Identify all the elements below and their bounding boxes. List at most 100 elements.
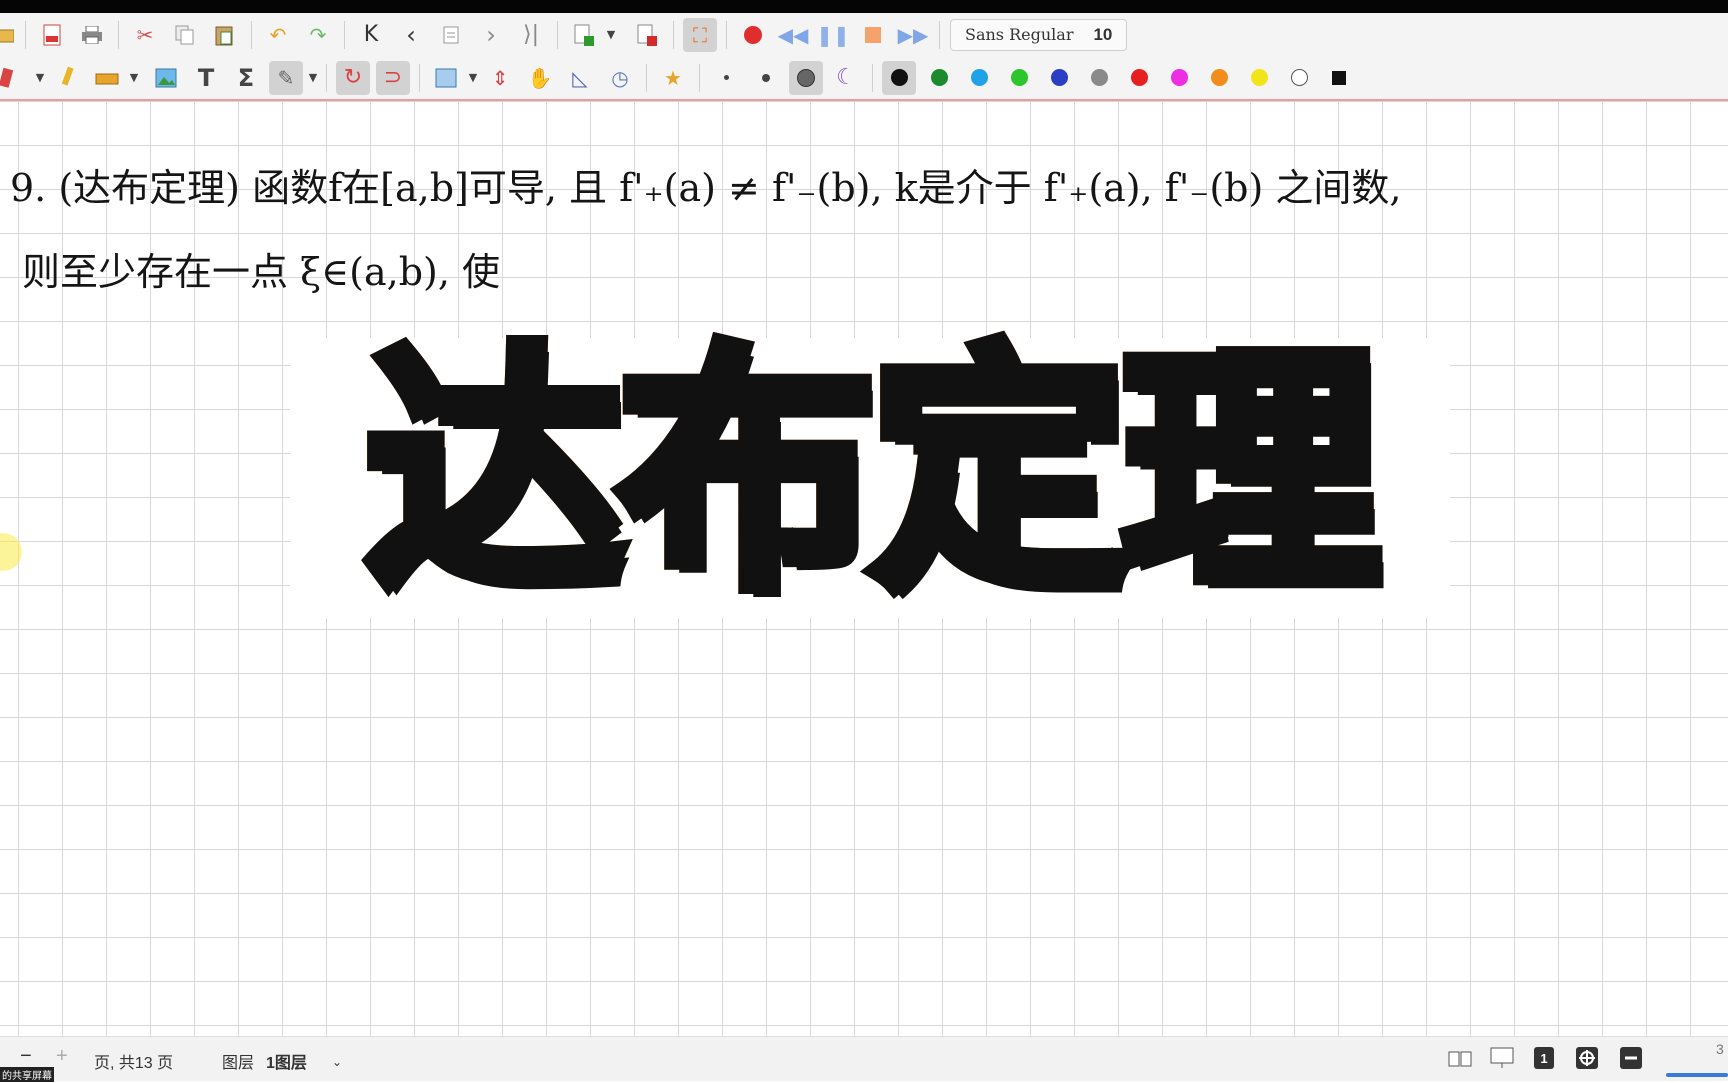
fullscreen-icon[interactable]: ⛶ bbox=[683, 17, 717, 52]
layer-selector[interactable]: 1图层 bbox=[266, 1049, 307, 1073]
color-swatch-6[interactable] bbox=[1082, 61, 1116, 95]
rectangle-tool-icon[interactable] bbox=[429, 61, 463, 95]
fast-forward-icon[interactable]: ▶▶ bbox=[896, 18, 930, 52]
stroke-custom-icon[interactable]: ☾ bbox=[829, 61, 863, 95]
color-swatch-1[interactable] bbox=[882, 60, 916, 95]
vertical-space-icon[interactable]: ⇕ bbox=[483, 61, 517, 95]
zoom-slider[interactable] bbox=[1666, 1065, 1728, 1083]
first-page-icon[interactable]: K bbox=[354, 18, 388, 52]
toolbar-separator bbox=[557, 20, 558, 49]
banner-title: 达布定理 bbox=[290, 321, 1450, 625]
color-swatch-10[interactable] bbox=[1242, 61, 1276, 95]
zoom-out-button[interactable]: − bbox=[20, 1045, 32, 1068]
color-dot-icon bbox=[1210, 69, 1228, 86]
tools-toolbar: ▼ ▼ T Σ ✎ ▼ ↻ ⊃ ▼ ⇕ ✋ ◺ ◷ ★ ☾ bbox=[0, 56, 1728, 101]
eraser-dropdown-icon[interactable]: ▼ bbox=[33, 71, 47, 84]
next-page-icon[interactable]: › bbox=[474, 18, 508, 52]
rewind-icon[interactable]: ◀◀ bbox=[776, 18, 810, 52]
zoom-minus-icon[interactable] bbox=[1620, 1047, 1642, 1074]
problem-line-2: 则至少存在一点 ξ∈(a,b), 使 bbox=[22, 250, 501, 294]
hand-tool-icon[interactable]: ✋ bbox=[523, 61, 557, 95]
problem-line-1: 9. (达布定理) 函数f在[a,b]可导, 且 f'₊(a) ≠ f'₋(b)… bbox=[10, 166, 1402, 210]
color-swatch-11[interactable] bbox=[1282, 61, 1316, 95]
pause-icon[interactable]: ❚❚ bbox=[816, 18, 850, 52]
window-top-strip bbox=[0, 0, 1728, 13]
toolbar-separator bbox=[726, 20, 727, 49]
color-dot-icon bbox=[1290, 69, 1308, 86]
font-size: 10 bbox=[1093, 24, 1113, 44]
open-folder-icon[interactable] bbox=[0, 18, 16, 52]
formula-icon[interactable]: Σ bbox=[229, 61, 263, 95]
undo-icon[interactable]: ↶ bbox=[261, 18, 295, 52]
color-dot-icon bbox=[930, 69, 948, 86]
print-icon[interactable] bbox=[75, 18, 109, 52]
font-name: Sans Regular bbox=[965, 25, 1074, 44]
color-palette bbox=[879, 60, 1359, 95]
color-dot-icon bbox=[1332, 70, 1346, 85]
color-swatch-5[interactable] bbox=[1042, 61, 1076, 95]
color-swatch-7[interactable] bbox=[1122, 61, 1156, 95]
corner-number: 3 bbox=[1716, 1041, 1724, 1057]
zoom-in-button[interactable]: + bbox=[56, 1045, 68, 1068]
paste-icon[interactable] bbox=[208, 18, 242, 52]
color-swatch-3[interactable] bbox=[962, 61, 996, 95]
color-swatch-9[interactable] bbox=[1202, 61, 1236, 95]
export-pdf-icon[interactable] bbox=[35, 18, 69, 52]
eraser-icon[interactable] bbox=[0, 61, 18, 95]
stroke-medium-icon[interactable] bbox=[749, 61, 783, 95]
magnet-icon[interactable]: ⊃ bbox=[376, 60, 410, 95]
layer-label: 图层 bbox=[222, 1055, 255, 1072]
color-dot-icon bbox=[970, 69, 988, 86]
goto-page-icon[interactable] bbox=[434, 18, 468, 52]
stroke-thin-icon[interactable] bbox=[709, 61, 743, 95]
laser-pointer bbox=[0, 533, 22, 571]
highlighter-dropdown-icon[interactable]: ▼ bbox=[127, 71, 141, 84]
font-selector[interactable]: Sans Regular 10 bbox=[950, 18, 1128, 51]
toolbar-separator bbox=[344, 20, 345, 49]
toolbar-separator bbox=[939, 20, 940, 49]
previous-page-icon[interactable]: ‹ bbox=[394, 18, 428, 52]
page-count: 页, 共13 页 bbox=[94, 1055, 174, 1072]
protractor-icon[interactable]: ◷ bbox=[603, 61, 637, 95]
toolbar-separator bbox=[118, 20, 119, 49]
layer-dropdown-icon[interactable]: ⌄ bbox=[332, 1055, 342, 1069]
select-dropdown-icon[interactable]: ▼ bbox=[306, 71, 320, 84]
page-one-icon[interactable]: 1 bbox=[1534, 1047, 1554, 1074]
image-icon[interactable] bbox=[149, 61, 183, 95]
color-swatch-12[interactable] bbox=[1322, 61, 1356, 95]
toolbar-separator bbox=[25, 20, 26, 49]
toolbar-separator bbox=[419, 63, 420, 92]
cut-icon[interactable]: ✂ bbox=[128, 18, 162, 52]
favorite-tool-icon[interactable]: ★ bbox=[656, 61, 690, 95]
color-swatch-8[interactable] bbox=[1162, 61, 1196, 95]
color-dot-icon bbox=[1050, 69, 1068, 86]
toolbar-separator bbox=[326, 63, 327, 92]
add-page-icon[interactable] bbox=[567, 18, 601, 52]
text-tool-icon[interactable]: T bbox=[189, 61, 223, 95]
last-page-icon[interactable]: ⟩| bbox=[514, 18, 548, 52]
two-page-view-icon[interactable] bbox=[1448, 1051, 1472, 1072]
color-dot-icon bbox=[1250, 69, 1268, 86]
color-swatch-4[interactable] bbox=[1002, 61, 1036, 95]
presentation-view-icon[interactable] bbox=[1490, 1047, 1514, 1074]
highlighter-icon[interactable] bbox=[90, 61, 124, 95]
set-square-icon[interactable]: ◺ bbox=[563, 61, 597, 95]
record-icon[interactable] bbox=[736, 18, 770, 52]
main-toolbar: ✂ ↶ ↷ K ‹ › ⟩| ▼ ⛶ ◀◀ ❚❚ ▶▶ Sans Regular… bbox=[0, 13, 1728, 56]
pen-icon[interactable] bbox=[50, 61, 84, 95]
zoom-fit-icon[interactable] bbox=[1576, 1047, 1598, 1074]
color-swatch-2[interactable] bbox=[922, 61, 956, 95]
add-page-dropdown-icon[interactable]: ▼ bbox=[604, 28, 618, 41]
copy-icon[interactable] bbox=[168, 18, 202, 52]
shape-dropdown-icon[interactable]: ▼ bbox=[466, 71, 480, 84]
select-tool-icon[interactable]: ✎ bbox=[269, 60, 303, 95]
delete-page-icon[interactable] bbox=[630, 18, 664, 52]
redo-icon[interactable]: ↷ bbox=[301, 18, 335, 52]
color-dot-icon bbox=[890, 69, 908, 86]
stroke-thick-icon[interactable] bbox=[789, 60, 823, 95]
color-dot-icon bbox=[1170, 69, 1188, 86]
ruler-toggle-icon[interactable]: ↻ bbox=[336, 60, 370, 95]
stop-icon[interactable] bbox=[856, 18, 890, 52]
color-dot-icon bbox=[1130, 69, 1148, 86]
toolbar-separator bbox=[699, 63, 700, 92]
